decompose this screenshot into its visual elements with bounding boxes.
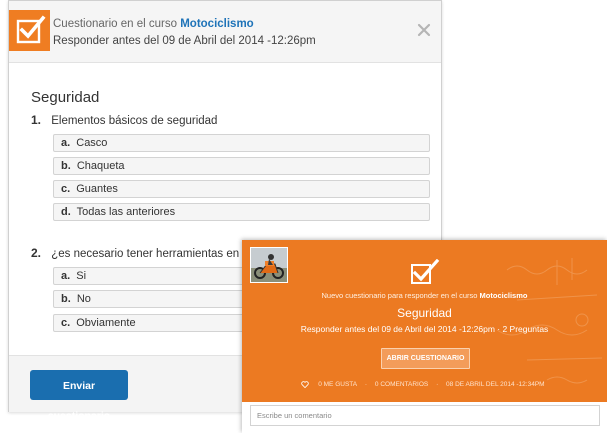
submit-quiz-button[interactable]: Enviar cuestionario bbox=[30, 370, 128, 422]
option-letter: a. bbox=[61, 270, 71, 282]
question-number: 1. bbox=[31, 113, 42, 127]
notification-stats: 0 ME GUSTA · 0 COMENTARIOS · 08 DE ABRIL… bbox=[242, 381, 607, 389]
option-letter: a. bbox=[61, 137, 71, 149]
option-letter: d. bbox=[61, 206, 71, 218]
quiz-course-link[interactable]: Motociclismo bbox=[180, 18, 253, 30]
quiz-header: Cuestionario en el curso Motociclismo Re… bbox=[9, 1, 441, 63]
option-letter: b. bbox=[61, 293, 71, 305]
option-text: Si bbox=[76, 270, 87, 282]
option-letter: c. bbox=[61, 183, 71, 195]
option-text: Obviamente bbox=[76, 317, 136, 329]
question-text: Elementos básicos de seguridad bbox=[51, 115, 218, 127]
checkbox-check-icon bbox=[411, 259, 440, 284]
motorcycle-image bbox=[251, 248, 287, 282]
background-scribbles bbox=[496, 258, 603, 384]
quiz-course-line: Cuestionario en el curso Motociclismo bbox=[53, 18, 254, 30]
answer-option-q1-d[interactable]: d. Todas las anteriores bbox=[53, 203, 430, 221]
notification-subtitle: Responder antes del 09 de Abril del 2014… bbox=[300, 324, 549, 334]
quiz-course-prefix: Cuestionario en el curso bbox=[53, 18, 178, 30]
notification-intro: Nuevo cuestionario para responder en el … bbox=[242, 291, 607, 300]
notification-course-link[interactable]: Motociclismo bbox=[480, 291, 528, 300]
notification-hero: Nuevo cuestionario para responder en el … bbox=[242, 240, 607, 402]
quiz-deadline: Responder antes del 09 de Abril del 2014… bbox=[53, 35, 316, 47]
question-number: 2. bbox=[31, 246, 42, 260]
quiz-title: Seguridad bbox=[31, 89, 100, 106]
answer-option-q1-c[interactable]: c. Guantes bbox=[53, 180, 430, 198]
close-icon[interactable] bbox=[417, 23, 431, 37]
question-1: 1. Elementos básicos de seguridad bbox=[31, 113, 217, 127]
comment-input[interactable] bbox=[250, 405, 600, 426]
open-quiz-button[interactable]: ABRIR CUESTIONARIO bbox=[381, 348, 470, 369]
notification-intro-text: Nuevo cuestionario para responder en el … bbox=[321, 291, 478, 300]
option-letter: b. bbox=[61, 160, 71, 172]
course-thumbnail[interactable] bbox=[250, 247, 288, 283]
stats-separator: · bbox=[364, 381, 368, 389]
like-count[interactable]: 0 ME GUSTA bbox=[318, 381, 357, 388]
option-text: Casco bbox=[76, 137, 108, 149]
heart-icon[interactable] bbox=[301, 381, 310, 389]
checkbox-check-icon bbox=[16, 15, 46, 44]
quiz-logo bbox=[9, 10, 50, 51]
comment-count[interactable]: 0 COMENTARIOS bbox=[375, 381, 428, 388]
notification-title: Seguridad bbox=[397, 306, 452, 320]
option-text: No bbox=[76, 293, 91, 305]
question-2: 2. ¿es necesario tener herramientas en t… bbox=[31, 246, 276, 260]
stats-separator: · bbox=[436, 381, 439, 389]
option-text: Guantes bbox=[76, 183, 118, 195]
option-text: Chaqueta bbox=[76, 160, 125, 172]
answer-option-q1-a[interactable]: a. Casco bbox=[53, 134, 430, 152]
option-text: Todas las anteriores bbox=[76, 206, 176, 218]
notification-card: Nuevo cuestionario para responder en el … bbox=[242, 240, 607, 433]
post-date: 08 DE ABRIL DEL 2014 -12:34PM bbox=[446, 381, 545, 389]
answer-option-q1-b[interactable]: b. Chaqueta bbox=[53, 157, 430, 175]
option-letter: c. bbox=[61, 317, 71, 329]
